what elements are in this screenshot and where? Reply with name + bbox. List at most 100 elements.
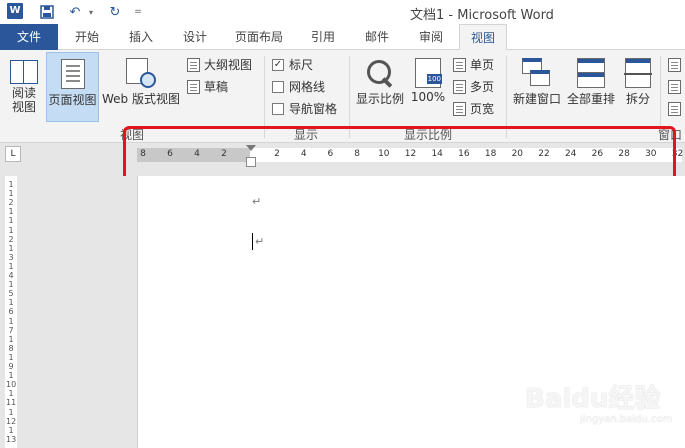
draft-label: 草稿 <box>204 80 229 94</box>
vertical-ruler-tick-label: 1 <box>8 425 14 435</box>
view-side-by-side-icon[interactable] <box>668 55 681 75</box>
tab-design[interactable]: 设计 <box>172 24 218 50</box>
vertical-ruler-tick-label: 12 <box>6 416 17 426</box>
tab-page-layout[interactable]: 页面布局 <box>228 24 290 50</box>
draft-button[interactable]: 草稿 <box>187 77 228 97</box>
vertical-ruler-tick-label: 5 <box>8 289 14 299</box>
vertical-ruler-tick-label: 10 <box>6 380 17 390</box>
vertical-ruler-tick-label: 13 <box>6 434 17 444</box>
zoom-100-label: 100% <box>410 90 446 104</box>
new-window-icon <box>522 58 552 88</box>
tab-mailings[interactable]: 邮件 <box>354 24 400 50</box>
page-width-icon <box>453 102 466 116</box>
arrange-all-icon <box>577 58 605 88</box>
vertical-ruler-tick-label: 2 <box>8 198 14 208</box>
vertical-ruler-tick-label: 1 <box>8 316 14 326</box>
text-cursor <box>252 233 253 250</box>
checkbox-checked-icon: ✓ <box>272 59 284 71</box>
arrange-all-label: 全部重排 <box>566 92 615 106</box>
window-title: 文档1 - Microsoft Word <box>410 8 554 23</box>
gridlines-checkbox[interactable]: 网格线 <box>272 77 325 97</box>
navigation-pane-label: 导航窗格 <box>289 102 338 116</box>
vertical-ruler-tick-label: 1 <box>8 261 14 271</box>
customize-quick-access-icon[interactable]: = <box>132 2 144 22</box>
zoom-100-button[interactable]: 100 100% <box>410 52 446 122</box>
save-icon[interactable] <box>38 2 56 22</box>
new-window-button[interactable]: 新建窗口 <box>510 52 564 122</box>
arrange-all-button[interactable]: 全部重排 <box>564 52 618 122</box>
page-width-label: 页宽 <box>470 102 495 116</box>
vertical-ruler-tick-label: 4 <box>8 271 14 280</box>
vertical-ruler-tick-label: 9 <box>8 362 14 371</box>
tab-review[interactable]: 审阅 <box>408 24 454 50</box>
vertical-ruler-tick-label: 1 <box>8 225 14 235</box>
vertical-ruler-tick-label: 1 <box>8 371 14 381</box>
vertical-ruler-tick-label: 1 <box>8 352 14 362</box>
reset-window-position-icon[interactable] <box>668 99 681 119</box>
multiple-pages-button[interactable]: 多页 <box>453 77 494 97</box>
vertical-ruler-tick-label: 2 <box>8 234 14 244</box>
vertical-ruler-tick-label: 1 <box>8 207 14 217</box>
ruler-checkbox[interactable]: ✓ 标尺 <box>272 55 313 75</box>
vertical-ruler-tick-label: 1 <box>8 243 14 253</box>
read-mode-button[interactable]: 阅读 视图 <box>4 52 44 122</box>
zoom-button[interactable]: 显示比例 <box>354 52 406 122</box>
one-page-label: 单页 <box>470 58 495 72</box>
paragraph-mark: ↵ <box>252 195 262 208</box>
zoom-100-icon: 100 <box>415 58 442 88</box>
magnifier-icon <box>365 58 395 88</box>
one-page-button[interactable]: 单页 <box>453 55 494 75</box>
redo-icon[interactable]: ↻ <box>106 2 124 22</box>
zoom-label: 显示比例 <box>355 92 404 106</box>
page-width-button[interactable]: 页宽 <box>453 99 494 119</box>
new-window-label: 新建窗口 <box>512 92 561 106</box>
vertical-ruler-tick-label: 1 <box>8 189 14 199</box>
print-layout-label: 页面视图 <box>48 93 97 107</box>
tab-view[interactable]: 视图 <box>459 24 507 51</box>
undo-dropdown-icon[interactable]: ▾ <box>86 2 96 22</box>
vertical-ruler-tick-label: 1 <box>8 334 14 344</box>
vertical-ruler-tick-label: 1 <box>8 280 14 290</box>
tab-insert[interactable]: 插入 <box>118 24 164 50</box>
tab-selector-icon[interactable]: L <box>5 146 21 162</box>
word-app-icon: W <box>7 3 23 19</box>
vertical-ruler-tick-label: 6 <box>8 307 14 317</box>
outline-label: 大纲视图 <box>204 58 253 72</box>
navigation-pane-checkbox[interactable]: 导航窗格 <box>272 99 337 119</box>
page-icon <box>60 59 85 89</box>
checkbox-icon <box>272 103 284 115</box>
tab-file[interactable]: 文件 <box>0 24 58 50</box>
outline-icon <box>187 58 200 72</box>
vertical-ruler-tick-label: 7 <box>8 325 14 335</box>
read-mode-label: 阅读 视图 <box>11 86 36 114</box>
vertical-ruler-tick-label: 1 <box>8 407 14 417</box>
web-page-icon <box>126 58 156 88</box>
vertical-ruler-tick-label: 1 <box>8 389 14 399</box>
split-button[interactable]: 拆分 <box>620 52 656 122</box>
ribbon-tab-bar: 文件 开始 插入 设计 页面布局 引用 邮件 审阅 视图 <box>0 24 685 51</box>
draft-icon <box>187 80 200 94</box>
multiple-pages-label: 多页 <box>470 80 495 94</box>
one-page-icon <box>453 58 466 72</box>
print-layout-button[interactable]: 页面视图 <box>46 52 99 122</box>
synchronous-scrolling-icon[interactable] <box>668 77 681 97</box>
vertical-ruler-tick-label: 8 <box>8 343 14 353</box>
vertical-ruler-tick-label: 11 <box>6 398 17 408</box>
vertical-ruler-tick-label: 1 <box>8 298 14 308</box>
web-layout-button[interactable]: Web 版式视图 <box>100 52 182 122</box>
split-label: 拆分 <box>625 92 650 106</box>
book-icon <box>10 60 38 84</box>
ruler-label: 标尺 <box>289 58 314 72</box>
multiple-pages-icon <box>453 80 466 94</box>
split-icon <box>624 58 652 88</box>
undo-icon[interactable]: ↶ <box>66 2 84 22</box>
web-layout-label: Web 版式视图 <box>102 92 180 106</box>
baidu-watermark-url: jingyan.baidu.com <box>580 414 673 425</box>
tab-home[interactable]: 开始 <box>64 24 110 50</box>
tab-references[interactable]: 引用 <box>300 24 346 50</box>
vertical-ruler-tick-label: 1 <box>8 216 14 226</box>
baidu-watermark: Baidu经验 <box>525 384 661 414</box>
gridlines-label: 网格线 <box>289 80 326 94</box>
outline-button[interactable]: 大纲视图 <box>187 55 252 75</box>
vertical-ruler-tick-label: 3 <box>8 252 14 262</box>
